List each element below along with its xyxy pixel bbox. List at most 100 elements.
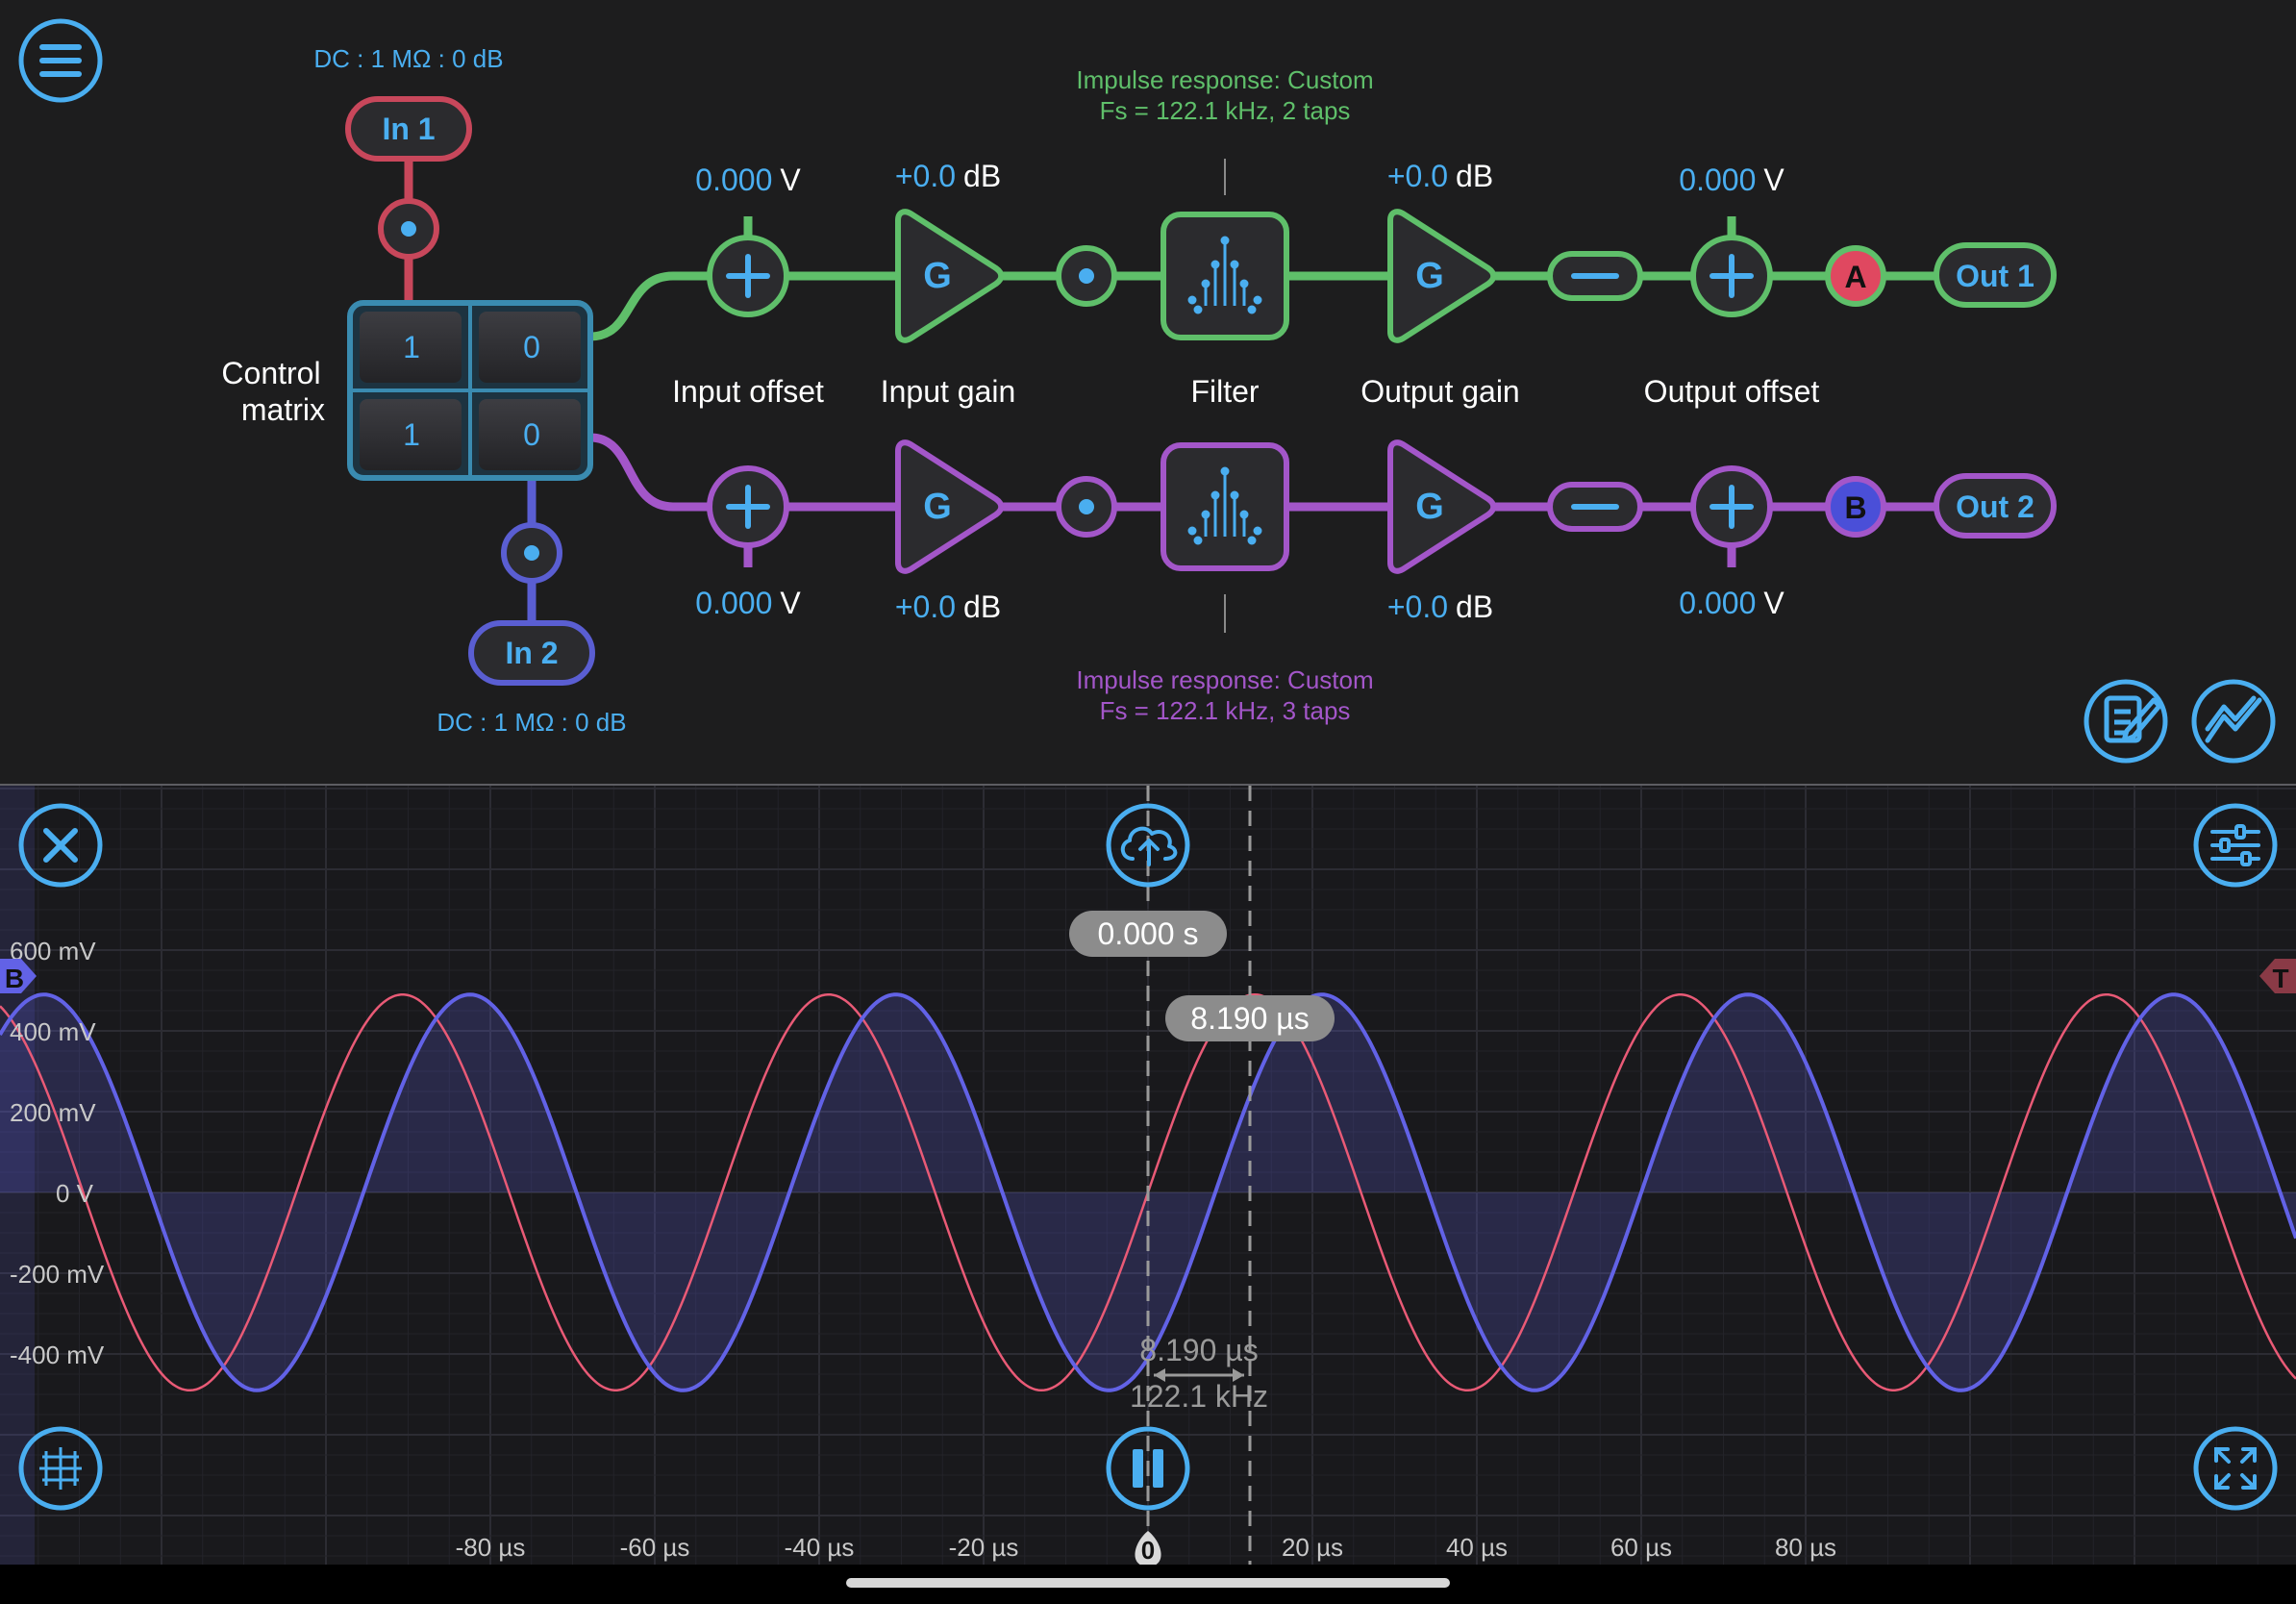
output-gain-label: Output gain	[1360, 374, 1519, 409]
in2-coupling: DC : 1 MΩ : 0 dB	[437, 708, 626, 737]
ch1-input-offset-value[interactable]: 0.000 V	[695, 163, 801, 197]
probe-a-node[interactable]: A	[1825, 245, 1886, 307]
out1-button[interactable]: Out 1	[1934, 242, 2057, 308]
ch1-filter-button[interactable]	[1160, 212, 1289, 340]
in2-button[interactable]: In 2	[468, 620, 595, 686]
svg-text:B: B	[5, 964, 24, 993]
x-tick-label: 20 µs	[1282, 1533, 1343, 1562]
svg-text:Out 1: Out 1	[1956, 259, 2034, 293]
ch1-filter-info-line1: Impulse response: Custom	[1076, 65, 1373, 94]
hamburger-menu-icon	[39, 44, 82, 77]
cursor2-time-badge[interactable]: 8.190 µs	[1165, 995, 1335, 1041]
svg-text:G: G	[1415, 256, 1444, 296]
in1-coupling: DC : 1 MΩ : 0 dB	[313, 44, 503, 73]
in1-button[interactable]: In 1	[345, 96, 472, 162]
filter-label: Filter	[1190, 374, 1259, 409]
svg-text:G: G	[923, 487, 952, 527]
matrix-cell-1-2[interactable]: 0	[479, 312, 581, 383]
ch1-filter-info-line2: Fs = 122.1 kHz, 2 taps	[1100, 96, 1351, 125]
cursor-time-badge[interactable]: 0.000 s	[1069, 911, 1227, 957]
ch1-output-gain-value[interactable]: +0.0 dB	[1387, 159, 1493, 193]
ch2-input-gain-value[interactable]: +0.0 dB	[895, 589, 1001, 624]
svg-text:8.190 µs: 8.190 µs	[1190, 1001, 1309, 1036]
x-tick-label: -20 µs	[949, 1533, 1019, 1562]
settings-sliders-button[interactable]	[2193, 803, 2278, 888]
x-tick-label: 80 µs	[1775, 1533, 1836, 1562]
chart-button[interactable]	[2191, 679, 2276, 764]
left-edge-shade	[0, 786, 35, 1566]
ch1-invert-button[interactable]	[1547, 251, 1643, 301]
chart-line-icon	[2205, 695, 2262, 743]
y-tick-label: -200 mV	[10, 1260, 105, 1289]
ch2-filter-info-line2: Fs = 122.1 kHz, 3 taps	[1100, 696, 1351, 725]
ch1-output-offset-value[interactable]: 0.000 V	[1679, 163, 1784, 197]
home-indicator[interactable]	[846, 1578, 1450, 1588]
notes-button[interactable]	[2084, 679, 2168, 764]
ch1-filter-probe-node[interactable]	[1056, 245, 1117, 307]
svg-text:0.000 s: 0.000 s	[1098, 916, 1199, 951]
ch2-output-gain-value[interactable]: +0.0 dB	[1387, 589, 1493, 624]
ch2-input-offset-button[interactable]	[707, 465, 789, 548]
sliders-icon	[2210, 824, 2260, 866]
ch2-output-offset-value[interactable]: 0.000 V	[1679, 586, 1784, 620]
probe-b-node[interactable]: B	[1825, 476, 1886, 538]
in2-probe-node[interactable]	[501, 522, 562, 584]
ch2-output-gain-button[interactable]: G	[1387, 439, 1497, 574]
svg-text:A: A	[1844, 260, 1866, 294]
svg-text:0: 0	[1141, 1536, 1155, 1565]
y-tick-label: 400 mV	[10, 1017, 96, 1046]
ch1-input-gain-value[interactable]: +0.0 dB	[895, 159, 1001, 193]
ch1-output-gain-button[interactable]: G	[1387, 209, 1497, 343]
ch2-filter-info-line1: Impulse response: Custom	[1076, 665, 1373, 694]
svg-text:0: 0	[523, 417, 540, 452]
input-gain-label: Input gain	[881, 374, 1016, 409]
svg-text:G: G	[1415, 487, 1444, 527]
svg-text:Out 2: Out 2	[1956, 489, 2034, 524]
svg-text:1: 1	[403, 417, 420, 452]
out2-button[interactable]: Out 2	[1934, 473, 2057, 539]
close-icon	[43, 828, 78, 863]
matrix-cell-1-1[interactable]: 1	[360, 312, 462, 383]
svg-text:8.190 µs: 8.190 µs	[1139, 1333, 1258, 1367]
input-offset-label: Input offset	[672, 374, 824, 409]
menu-button[interactable]	[18, 18, 103, 103]
svg-text:In 1: In 1	[382, 112, 435, 146]
oscilloscope-chart[interactable]: 600 mV400 mV200 mV0 V-200 mV-400 mV -80 …	[0, 786, 2296, 1566]
control-matrix-label-2: matrix	[241, 392, 325, 427]
svg-text:122.1 kHz: 122.1 kHz	[1130, 1379, 1268, 1414]
svg-text:T: T	[2272, 964, 2288, 993]
in1-probe-node[interactable]	[378, 198, 439, 260]
matrix-cell-2-2[interactable]: 0	[479, 399, 581, 470]
control-matrix-label-1: Control	[221, 356, 320, 390]
x-tick-label: 60 µs	[1610, 1533, 1672, 1562]
oscilloscope-panel[interactable]: 600 mV 400 mV 200 mV 0 V -200 mV -400 mV -80 …	[0, 784, 2296, 1566]
signal-flow-panel: DC : 1 MΩ : 0 dB In 1 In 2 DC : 1 MΩ : 0…	[0, 0, 2296, 784]
ch2-input-offset-value[interactable]: 0.000 V	[695, 586, 801, 620]
fullscreen-button[interactable]	[2193, 1426, 2278, 1511]
y-tick-label: -400 mV	[10, 1341, 105, 1369]
output-offset-label: Output offset	[1644, 374, 1820, 409]
ch1-input-gain-button[interactable]: G	[895, 209, 1005, 343]
y-tick-label: 0 V	[56, 1179, 94, 1208]
y-tick-label: 200 mV	[10, 1098, 96, 1127]
ch1-output-offset-button[interactable]	[1690, 235, 1773, 317]
x-tick-label: -60 µs	[620, 1533, 690, 1562]
trigger-origin-marker[interactable]: 0	[1135, 1531, 1161, 1566]
signal-flow-diagram: DC : 1 MΩ : 0 dB In 1 In 2 DC : 1 MΩ : 0…	[18, 18, 2276, 764]
ch1-input-offset-button[interactable]	[707, 235, 789, 317]
ch2-invert-button[interactable]	[1547, 482, 1643, 532]
svg-text:B: B	[1844, 490, 1866, 525]
ch2-filter-button[interactable]	[1160, 442, 1289, 571]
svg-text:G: G	[923, 256, 952, 296]
x-tick-label: 40 µs	[1446, 1533, 1508, 1562]
svg-text:0: 0	[523, 330, 540, 364]
crosshair-grid-icon	[39, 1447, 82, 1490]
cursor-delta-readout: 8.190 µs 122.1 kHz	[1130, 1333, 1268, 1414]
matrix-cell-2-1[interactable]: 1	[360, 399, 462, 470]
x-tick-label: -40 µs	[785, 1533, 855, 1562]
ch2-output-offset-button[interactable]	[1690, 465, 1773, 548]
ch2-filter-probe-node[interactable]	[1056, 476, 1117, 538]
trigger-marker[interactable]: T	[2259, 959, 2296, 993]
svg-text:1: 1	[403, 330, 420, 364]
ch2-input-gain-button[interactable]: G	[895, 439, 1005, 574]
